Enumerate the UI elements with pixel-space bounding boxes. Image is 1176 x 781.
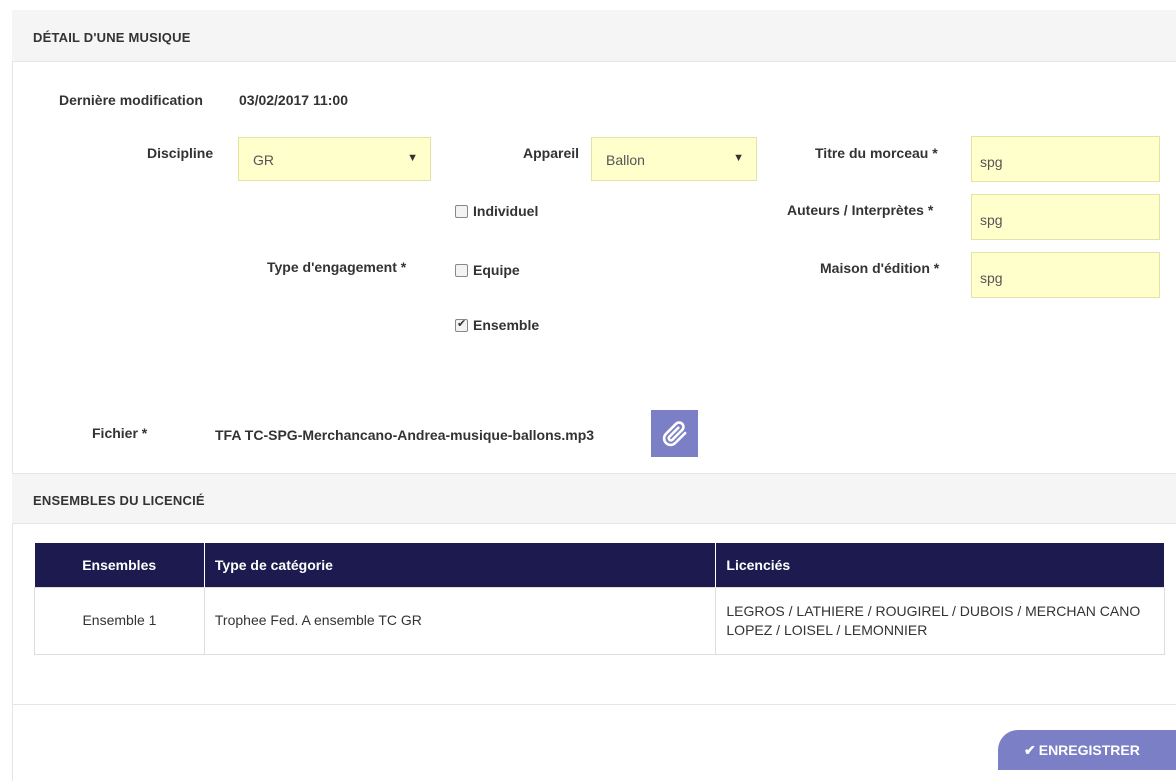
divider [12,704,1176,705]
last-modified-value: 03/02/2017 11:00 [239,92,348,108]
attach-file-button[interactable] [651,410,698,457]
ensemble-checkbox[interactable] [455,317,468,332]
equipe-checkbox[interactable] [455,263,468,277]
column-header-licencies[interactable]: Licenciés [715,543,1165,587]
titre-input[interactable]: spg [971,136,1160,182]
fichier-filename: TFA TC-SPG-Merchancano-Andrea-musique-ba… [215,427,595,443]
save-button-label: ENREGISTRER [1038,742,1140,758]
auteurs-input-value: spg [980,212,1003,228]
cell-ensemble: Ensemble 1 [34,586,205,655]
table-row[interactable]: Ensemble 1 Trophee Fed. A ensemble TC GR… [34,586,1165,655]
table-header-row: Ensembles Type de catégorie Licenciés [34,543,1165,587]
cell-type-categorie: Trophee Fed. A ensemble TC GR [203,586,717,655]
ensemble-label: Ensemble [473,317,540,333]
fichier-label: Fichier * [92,425,148,441]
discipline-selected-value: GR [253,152,274,168]
engagement-option-individuel[interactable]: Individuel [455,203,538,219]
discipline-select[interactable]: GR ▼ [238,137,431,181]
cell-licencies: LEGROS / LATHIERE / ROUGIREL / DUBOIS / … [715,586,1165,655]
chevron-down-icon: ▼ [407,152,418,164]
check-icon: ✔ [1024,741,1036,758]
engagement-label: Type d'engagement * [267,259,407,275]
maison-label: Maison d'édition * [820,260,940,276]
ensembles-table: Ensembles Type de catégorie Licenciés En… [34,543,1165,655]
music-detail-panel [12,10,1176,781]
column-header-type-categorie[interactable]: Type de catégorie [204,543,717,587]
engagement-option-ensemble[interactable]: Ensemble [455,317,539,333]
section-header-ensembles: ENSEMBLES DU LICENCIÉ [12,473,1176,524]
save-button[interactable]: ✔ ENREGISTRER [998,730,1176,770]
chevron-down-icon: ▼ [733,152,744,164]
maison-input[interactable]: spg [971,252,1160,298]
section-header-music-detail: DÉTAIL D'UNE MUSIQUE [12,10,1176,62]
auteurs-label: Auteurs / Interprètes * [787,202,934,218]
engagement-option-equipe[interactable]: Equipe [455,262,520,278]
last-modified-label: Dernière modification [59,92,203,108]
titre-label: Titre du morceau * [815,145,938,161]
appareil-select[interactable]: Ballon ▼ [591,137,757,181]
maison-input-value: spg [980,270,1003,286]
individuel-label: Individuel [473,203,539,219]
appareil-label: Appareil [523,145,580,161]
individuel-checkbox[interactable] [455,204,468,218]
section-title: ENSEMBLES DU LICENCIÉ [33,493,205,508]
column-header-ensembles[interactable]: Ensembles [34,543,205,587]
appareil-selected-value: Ballon [606,152,645,168]
auteurs-input[interactable]: spg [971,194,1160,240]
titre-input-value: spg [980,154,1003,170]
section-title: DÉTAIL D'UNE MUSIQUE [33,30,191,45]
discipline-label: Discipline [147,145,214,161]
equipe-label: Equipe [473,262,520,278]
paperclip-icon [662,420,686,446]
